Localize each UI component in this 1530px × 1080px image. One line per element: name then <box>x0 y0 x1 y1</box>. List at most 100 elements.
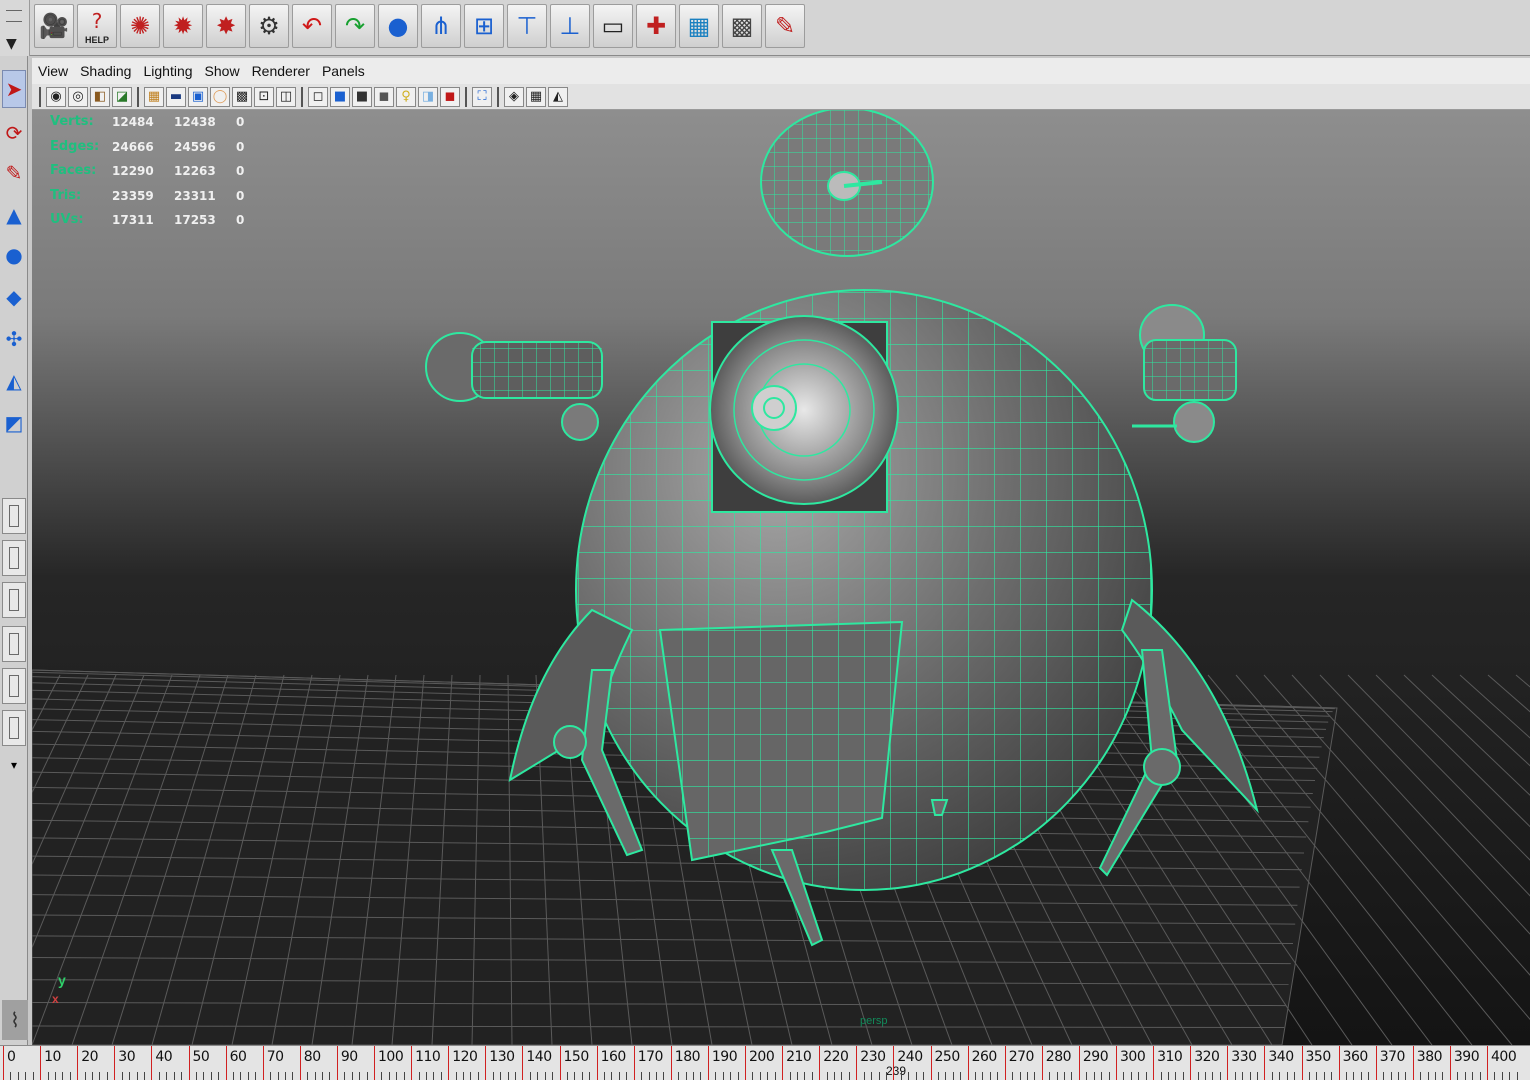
perspective-viewport[interactable]: Verts: 12484 12438 0 Edges: 24666 24596 0 Face… <box>32 110 1530 1045</box>
universal-manipulator-icon[interactable]: ✣ <box>2 320 26 358</box>
timeline-minor-tick <box>1160 1072 1162 1080</box>
timeline-minor-tick <box>433 1072 435 1080</box>
persp-graph-layout-icon[interactable] <box>2 626 26 662</box>
resolution-gate-icon[interactable]: ▣ <box>188 86 208 107</box>
help-icon[interactable]: ? HELP <box>77 4 117 48</box>
timeline-minor-tick <box>1420 1072 1422 1080</box>
shelf-menu[interactable]: ▼ <box>0 0 30 56</box>
layout-dropdown-icon[interactable]: ▾ <box>2 746 26 784</box>
soft-modification-icon[interactable]: ◭ <box>2 362 26 400</box>
timeline-minor-tick <box>1294 1072 1296 1080</box>
robot-eye <box>709 315 899 513</box>
wireframe-icon[interactable]: ◻ <box>308 86 328 107</box>
timeline-minor-tick <box>960 1072 962 1080</box>
timeline-minor-tick <box>1442 1072 1444 1080</box>
timeline-minor-tick <box>841 1072 843 1080</box>
film-gate-icon[interactable]: ▬ <box>166 86 186 107</box>
redo-arrow-icon[interactable]: ↷ <box>335 4 375 48</box>
timeline-major-tick <box>1301 1046 1303 1080</box>
high-quality-icon[interactable]: ◼ <box>440 86 460 107</box>
timeline-minor-tick <box>1145 1072 1147 1080</box>
scale-tool-icon[interactable]: ◆ <box>2 278 26 316</box>
xray-icon[interactable]: ◈ <box>504 86 524 107</box>
timeline-major-tick <box>670 1046 672 1080</box>
toolbar-separator <box>497 86 499 107</box>
parent-icon[interactable]: ⊤ <box>507 4 547 48</box>
backface-culling-icon[interactable]: ◭ <box>548 86 568 107</box>
timeline-minor-tick <box>811 1072 813 1080</box>
render-camera-icon[interactable]: 🎥 <box>34 4 74 48</box>
timeline-minor-tick <box>1346 1072 1348 1080</box>
texture-icon[interactable]: ▩ <box>722 4 762 48</box>
field-chart-icon[interactable]: ▩ <box>232 86 252 107</box>
script-editor-icon[interactable]: ▭ <box>593 4 633 48</box>
timeline-major-tick <box>930 1046 932 1080</box>
shelf-handle[interactable] <box>6 10 22 22</box>
group-icon[interactable]: ⊞ <box>464 4 504 48</box>
persp-outliner-layout-icon[interactable] <box>2 582 26 618</box>
image-plane-icon[interactable]: ◪ <box>112 86 132 107</box>
render-view-icon[interactable]: ✺ <box>120 4 160 48</box>
timeline-minor-tick <box>314 1072 316 1080</box>
batch-render-icon[interactable]: ⚙ <box>249 4 289 48</box>
hierarchy-icon[interactable]: ⋔ <box>421 4 461 48</box>
lasso-tool-icon[interactable]: ⟳ <box>2 114 26 152</box>
menu-panels[interactable]: Panels <box>322 63 365 79</box>
timeline-minor-tick <box>1427 1072 1429 1080</box>
textured-icon[interactable]: ◼ <box>374 86 394 107</box>
timeline-major-tick <box>1449 1046 1451 1080</box>
sphere-icon[interactable]: ● <box>378 4 418 48</box>
outliner-icon[interactable]: ▦ <box>679 4 719 48</box>
four-view-layout-icon[interactable] <box>2 540 26 576</box>
timeline-minor-tick <box>730 1072 732 1080</box>
safe-action-icon[interactable]: ⊡ <box>254 86 274 107</box>
timeline-tick-label: 180 <box>674 1049 701 1065</box>
menu-renderer[interactable]: Renderer <box>252 63 310 79</box>
wireframe-on-shaded-icon[interactable]: ■ <box>352 86 372 107</box>
paint-select-tool-icon[interactable]: ✎ <box>2 154 26 192</box>
timeline-minor-tick <box>344 1072 346 1080</box>
camera-attributes-icon[interactable]: ◎ <box>68 86 88 107</box>
gate-mask-icon[interactable]: ◯ <box>210 86 230 107</box>
menu-lighting[interactable]: Lighting <box>143 63 192 79</box>
paint-icon[interactable]: ✎ <box>765 4 805 48</box>
time-slider[interactable]: 239 0 10 20 30 40 50 60 70 80 90 100 110 120 130 140 15… <box>0 1045 1530 1080</box>
timeline-major-tick <box>893 1046 895 1080</box>
timeline-minor-tick <box>396 1072 398 1080</box>
select-tool-icon[interactable]: ➤ <box>2 70 26 108</box>
move-tool-icon[interactable]: ▲ <box>2 196 26 234</box>
timeline-tick-label: 10 <box>44 1049 61 1065</box>
show-manipulator-icon[interactable]: ◩ <box>2 404 26 442</box>
rotate-tool-icon[interactable]: ● <box>2 236 26 274</box>
timeline-minor-tick <box>774 1072 776 1080</box>
xray-joints-icon[interactable]: ▦ <box>526 86 546 107</box>
undo-arrow-icon[interactable]: ↶ <box>292 4 332 48</box>
single-perspective-layout-icon[interactable] <box>2 498 26 534</box>
hud-row-verts: Verts: 12484 12438 0 <box>50 110 256 135</box>
unparent-icon[interactable]: ⊥ <box>550 4 590 48</box>
timeline-minor-tick <box>403 1072 405 1080</box>
ipr-render-icon[interactable]: ✸ <box>206 4 246 48</box>
isolate-select-icon[interactable]: ⛶ <box>472 86 492 107</box>
menu-view[interactable]: View <box>38 63 68 79</box>
persp-trax-layout-icon[interactable] <box>2 710 26 746</box>
shadows-icon[interactable]: ◨ <box>418 86 438 107</box>
use-lights-icon[interactable]: ♀ <box>396 86 416 107</box>
timeline-minor-tick <box>1212 1072 1214 1080</box>
grid-icon[interactable]: ▦ <box>144 86 164 107</box>
shelf-dropdown-icon[interactable]: ▼ <box>6 36 17 52</box>
render-current-icon[interactable]: ✹ <box>163 4 203 48</box>
timeline-minor-tick <box>804 1072 806 1080</box>
select-camera-icon[interactable]: ◉ <box>46 86 66 107</box>
hud-value: 0 <box>236 139 245 154</box>
hypershade-persp-layout-icon[interactable] <box>2 668 26 704</box>
menu-shading[interactable]: Shading <box>80 63 131 79</box>
safe-title-icon[interactable]: ◫ <box>276 86 296 107</box>
timeline-minor-tick <box>233 1072 235 1080</box>
menu-show[interactable]: Show <box>205 63 240 79</box>
bookmarks-icon[interactable]: ◧ <box>90 86 110 107</box>
timeline-major-tick <box>1487 1046 1488 1080</box>
smooth-shade-icon[interactable]: ■ <box>330 86 350 107</box>
timeline-minor-tick <box>1130 1072 1132 1080</box>
hypershade-icon[interactable]: ✚ <box>636 4 676 48</box>
